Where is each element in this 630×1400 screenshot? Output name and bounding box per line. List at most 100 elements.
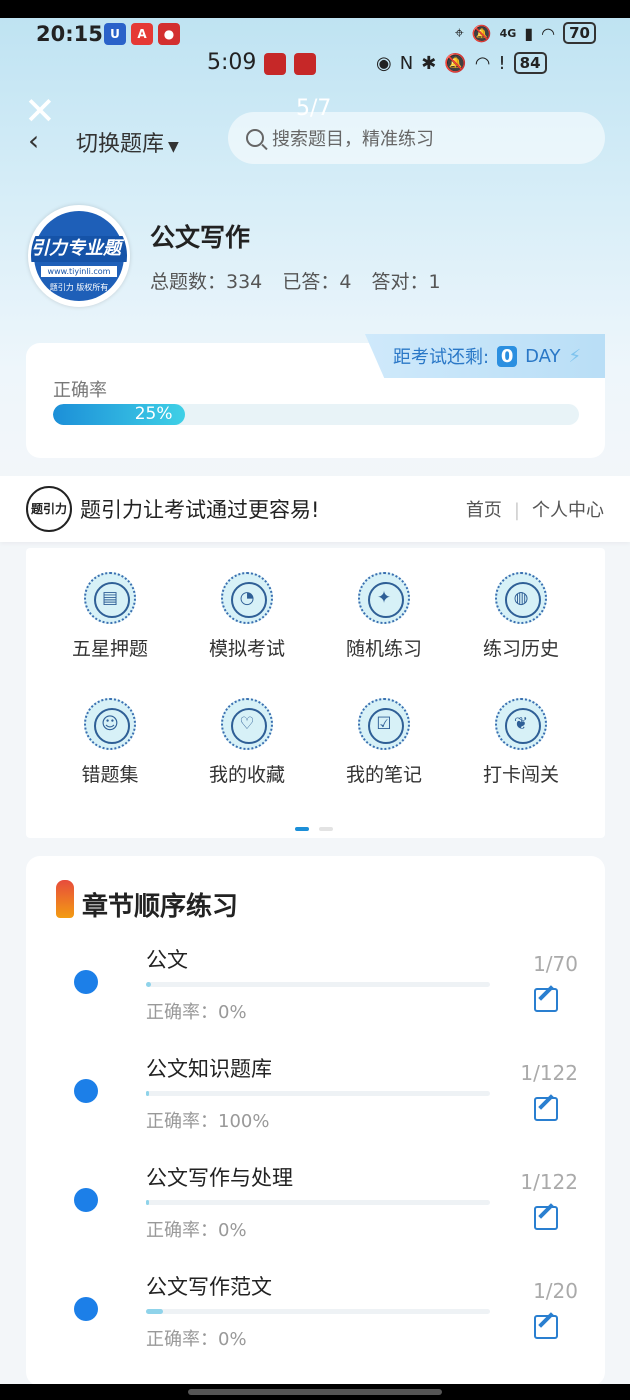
home-link[interactable]: 首页 — [466, 500, 502, 521]
nfc-icon: N — [399, 52, 414, 74]
edit-icon[interactable] — [534, 1315, 558, 1339]
firecracker-icon — [56, 880, 74, 918]
switch-bank-button[interactable]: 切换题库 ▼ — [76, 126, 179, 158]
accuracy-progress-fill: 25% — [53, 404, 185, 425]
top-black-bar — [0, 0, 630, 18]
grid-item-five-star[interactable]: ▤ 五星押题 — [50, 572, 170, 661]
network-label: 4G — [499, 26, 517, 40]
grid-item-wrong-set[interactable]: ☺ 错题集 — [50, 698, 170, 787]
globe-icon: ◍ — [495, 572, 547, 624]
wifi-icon: ◠ — [541, 23, 556, 43]
sprout-icon: ❦ — [495, 698, 547, 750]
back-icon[interactable]: ‹ — [28, 124, 39, 157]
chapter-progress-fill — [146, 1200, 150, 1205]
battery-indicator: 70 — [563, 22, 596, 44]
overlay-status-bar: 5:09 ◉ N ✱ 🔕 ◠ ! 84 — [0, 50, 630, 82]
chapter-accuracy: 正确率：100% — [146, 1111, 270, 1132]
app-notification-icon — [264, 53, 286, 75]
grid-item-label: 练习历史 — [482, 638, 559, 660]
caret-down-icon: ▼ — [168, 139, 179, 155]
grid-item-label: 随机练习 — [345, 638, 422, 660]
app-notification-icon: A — [131, 23, 153, 45]
chapter-row[interactable]: 公文 正确率：0% 1/70 — [0, 944, 630, 1044]
exam-days: 0 — [497, 345, 518, 367]
logo-url: www.tiyinli.com — [41, 266, 117, 277]
feature-grid: ▤ 五星押题 ◔ 模拟考试 ✦ 随机练习 ◍ 练习历史 ☺ 错题集 ♡ 我的收藏 ☑ 我的笔记… — [26, 548, 605, 838]
accuracy-label: 正确率 — [53, 380, 107, 401]
chapter-dot — [74, 970, 98, 994]
chapter-count: 1/20 — [533, 1279, 578, 1303]
status-time: 20:15 — [36, 22, 103, 46]
grid-item-notes[interactable]: ☑ 我的笔记 — [324, 698, 444, 787]
chapter-accuracy: 正确率：0% — [146, 1220, 247, 1241]
accuracy-progress-bar: 25% — [53, 404, 579, 425]
slogan-text: 题引力让考试通过更容易! — [80, 498, 320, 522]
chapter-name: 公文 — [146, 948, 188, 972]
bluetooth-icon: ✱ — [421, 52, 437, 74]
grid-item-history[interactable]: ◍ 练习历史 — [461, 572, 581, 661]
exam-countdown-label: 距考试还剩: — [393, 347, 490, 368]
chapter-row[interactable]: 公文写作与处理 正确率：0% 1/122 — [0, 1162, 630, 1262]
chapter-accuracy: 正确率：0% — [146, 1002, 247, 1023]
grid-item-favorites[interactable]: ♡ 我的收藏 — [187, 698, 307, 787]
note-check-icon: ☑ — [358, 698, 410, 750]
chapter-dot — [74, 1188, 98, 1212]
grid-item-label: 模拟考试 — [208, 638, 285, 660]
course-stats: 总题数：334 已答：4 答对：1 — [150, 267, 455, 294]
search-input[interactable]: 搜索题目，精准练习 — [228, 112, 605, 164]
chapter-progress-bar — [146, 1200, 490, 1205]
slogan-links: 首页 | 个人中心 — [465, 500, 604, 521]
switch-bank-label: 切换题库 — [76, 132, 165, 157]
grid-item-label: 我的笔记 — [345, 764, 422, 786]
signal-icon: ▮ — [524, 23, 534, 43]
correct-count: 答对：1 — [371, 271, 441, 293]
chapter-progress-fill — [146, 1091, 150, 1096]
status-right: ⌖ 🔕 4G ▮ ◠ 70 — [455, 22, 596, 44]
chapter-name: 公文写作范文 — [146, 1275, 272, 1299]
id-card-icon: ▤ — [84, 572, 136, 624]
course-logo: 引力专业题 www.tiyinli.com 题引力 版权所有 — [28, 205, 130, 307]
chapter-count: 1/122 — [520, 1170, 578, 1194]
chapter-name: 公文写作与处理 — [146, 1166, 293, 1190]
chapter-dot — [74, 1297, 98, 1321]
logo-sub: 题引力 版权所有 — [49, 283, 109, 292]
grid-item-label: 错题集 — [81, 764, 139, 786]
chapter-progress-fill — [146, 1309, 164, 1314]
grid-item-mock-exam[interactable]: ◔ 模拟考试 — [187, 572, 307, 661]
home-indicator[interactable] — [188, 1389, 442, 1395]
eye-icon: ◉ — [376, 52, 392, 74]
profile-link[interactable]: 个人中心 — [532, 500, 604, 521]
edit-icon[interactable] — [534, 988, 558, 1012]
location-icon: ⌖ — [454, 23, 464, 42]
exam-unit: DAY — [525, 345, 561, 367]
grid-item-checkin[interactable]: ❦ 打卡闯关 — [461, 698, 581, 787]
chapter-dot — [74, 1079, 98, 1103]
chapter-section-title: 章节顺序练习 — [82, 892, 239, 922]
gauge-icon: ◔ — [221, 572, 273, 624]
edit-icon[interactable] — [534, 1206, 558, 1230]
brand-badge: 题引力 — [26, 486, 72, 532]
battery-indicator: 84 — [513, 52, 547, 74]
page-dot-active — [295, 827, 309, 831]
slogan-bar: 题引力 题引力让考试通过更容易! 首页 | 个人中心 — [0, 476, 630, 542]
total-count: 总题数：334 — [150, 271, 263, 293]
chapter-row[interactable]: 公文写作范文 正确率：0% 1/20 — [0, 1271, 630, 1371]
grid-item-random[interactable]: ✦ 随机练习 — [324, 572, 444, 661]
status-bar: 20:15 U A ● ⌖ 🔕 4G ▮ ◠ 70 — [0, 18, 630, 52]
close-icon[interactable]: ✕ — [24, 92, 56, 130]
app-notification-icon: U — [104, 23, 126, 45]
head-icon: ☺ — [84, 698, 136, 750]
logo-text: 引力专业题 — [31, 236, 127, 262]
app-notification-icon: ● — [158, 23, 180, 45]
answered-count: 已答：4 — [282, 271, 352, 293]
page-indicator — [295, 816, 343, 835]
chapter-row[interactable]: 公文知识题库 正确率：100% 1/122 — [0, 1053, 630, 1153]
chapter-progress-bar — [146, 1091, 490, 1096]
mute-icon: 🔕 — [471, 23, 492, 43]
edit-icon[interactable] — [534, 1097, 558, 1121]
chapter-name: 公文知识题库 — [146, 1057, 272, 1081]
alert-icon: ! — [498, 52, 506, 74]
overlay-status-right: ◉ N ✱ 🔕 ◠ ! 84 — [376, 52, 547, 74]
wifi-icon: ◠ — [474, 52, 491, 74]
chapter-count: 1/122 — [520, 1061, 578, 1085]
